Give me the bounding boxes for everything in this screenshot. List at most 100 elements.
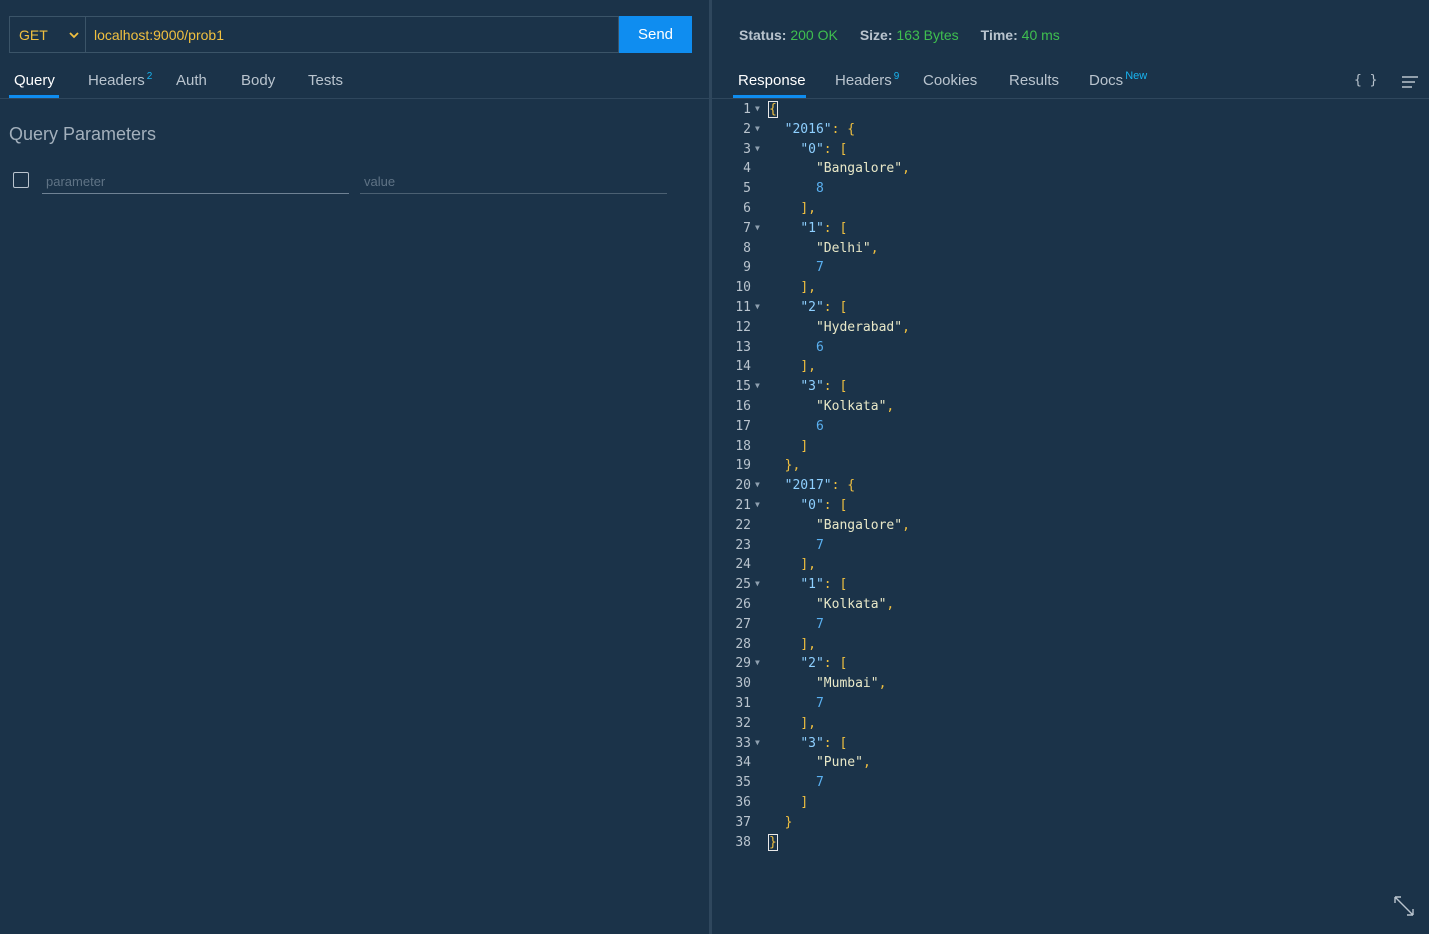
fold-arrow-icon[interactable]: ▼ bbox=[755, 381, 760, 390]
line-number: 17 bbox=[735, 418, 751, 434]
code-text: "3": [ bbox=[800, 379, 848, 395]
tab-headers[interactable]: Headers 2 bbox=[88, 71, 153, 89]
response-headers-count-badge: 9 bbox=[893, 71, 900, 82]
code-line: 18 ] bbox=[712, 437, 1429, 457]
code-line: 16 "Kolkata", bbox=[712, 397, 1429, 417]
method-select[interactable]: GET bbox=[9, 16, 86, 53]
response-status: Status: 200 OK Size: 163 Bytes Time: 40 … bbox=[739, 27, 1060, 43]
line-number: 34 bbox=[735, 755, 751, 771]
line-number: 12 bbox=[735, 319, 751, 335]
headers-count-badge: 2 bbox=[146, 71, 153, 82]
code-line: 36 ] bbox=[712, 793, 1429, 813]
code-text: "Hyderabad", bbox=[815, 319, 910, 335]
code-line: 4 "Bangalore", bbox=[712, 159, 1429, 179]
line-number: 5 bbox=[743, 181, 751, 197]
code-text: 7 bbox=[815, 537, 824, 553]
code-text: 8 bbox=[815, 181, 824, 197]
code-text: } bbox=[784, 814, 793, 830]
code-text: ] bbox=[800, 438, 809, 454]
fold-arrow-icon[interactable]: ▼ bbox=[755, 480, 760, 489]
line-number: 26 bbox=[735, 597, 751, 612]
code-line: 27 7 bbox=[712, 615, 1429, 635]
fold-arrow-icon[interactable]: ▼ bbox=[755, 124, 760, 133]
line-number: 11 bbox=[735, 300, 751, 315]
code-text: "1": [ bbox=[800, 220, 848, 236]
tab-label: Tests bbox=[308, 72, 344, 89]
fold-arrow-icon[interactable]: ▼ bbox=[755, 579, 760, 588]
param-enable-checkbox[interactable] bbox=[13, 172, 29, 188]
code-line: 3 ▼ "0": [ bbox=[712, 140, 1429, 160]
line-number: 9 bbox=[743, 260, 751, 276]
code-line: 25 ▼ "1": [ bbox=[712, 575, 1429, 595]
code-line: 32 ], bbox=[712, 714, 1429, 734]
tab-response-headers[interactable]: Headers 9 bbox=[835, 71, 900, 89]
fold-arrow-icon[interactable]: ▼ bbox=[755, 302, 760, 311]
code-text: }, bbox=[784, 458, 801, 474]
fold-arrow-icon[interactable]: ▼ bbox=[755, 223, 760, 232]
code-text: "2017": { bbox=[784, 478, 856, 494]
fold-arrow-icon[interactable]: ▼ bbox=[755, 500, 760, 509]
code-text: "Bangalore", bbox=[815, 517, 910, 533]
code-text: "Kolkata", bbox=[815, 399, 895, 414]
line-number: 33 bbox=[735, 735, 751, 751]
code-text: ], bbox=[800, 201, 816, 216]
size-label: Size: bbox=[859, 27, 893, 43]
line-number: 1 bbox=[743, 102, 751, 117]
code-text: "Bangalore", bbox=[815, 161, 910, 177]
tab-response[interactable]: Response bbox=[738, 72, 806, 89]
line-number: 22 bbox=[735, 517, 751, 533]
line-number: 27 bbox=[735, 616, 751, 632]
fold-arrow-icon[interactable]: ▼ bbox=[755, 144, 760, 153]
code-text: "0": [ bbox=[800, 498, 848, 513]
tab-results[interactable]: Results bbox=[1009, 72, 1059, 89]
code-line: 28 ], bbox=[712, 635, 1429, 655]
code-text: 7 bbox=[815, 775, 824, 791]
code-text: 6 bbox=[815, 339, 824, 355]
tab-docs[interactable]: Docs New bbox=[1089, 70, 1147, 89]
tab-label: Query bbox=[14, 72, 55, 89]
code-line: 13 6 bbox=[712, 338, 1429, 358]
url-input[interactable] bbox=[92, 25, 618, 44]
code-line: 6 ], bbox=[712, 199, 1429, 219]
line-number: 7 bbox=[743, 220, 751, 236]
tab-query[interactable]: Query bbox=[14, 72, 55, 89]
status-group: Status: 200 OK bbox=[739, 27, 838, 43]
response-tabs: Response Headers 9 Cookies Results Docs Ne… bbox=[712, 64, 1429, 99]
code-text: ], bbox=[800, 557, 816, 573]
time-label: Time: bbox=[980, 27, 1018, 43]
tab-tests[interactable]: Tests bbox=[308, 72, 343, 89]
code-line: 24 ], bbox=[712, 555, 1429, 575]
size-value: 163 Bytes bbox=[896, 27, 959, 43]
line-number: 31 bbox=[735, 696, 751, 711]
tab-body[interactable]: Body bbox=[241, 72, 275, 89]
tab-auth[interactable]: Auth bbox=[176, 72, 207, 89]
code-text: { bbox=[768, 101, 778, 118]
code-text: ], bbox=[800, 636, 816, 652]
menu-icon[interactable] bbox=[1402, 76, 1418, 88]
line-number: 2 bbox=[743, 121, 751, 137]
query-parameters-title: Query Parameters bbox=[9, 124, 157, 144]
code-text: "Delhi", bbox=[815, 240, 879, 256]
line-number: 35 bbox=[735, 775, 751, 791]
fold-arrow-icon[interactable]: ▼ bbox=[755, 658, 760, 667]
tab-label: Headers bbox=[835, 72, 892, 89]
braces-icon[interactable]: { } bbox=[1354, 73, 1377, 88]
time-group: Time: 40 ms bbox=[981, 27, 1060, 43]
fold-arrow-icon[interactable]: ▼ bbox=[755, 104, 760, 113]
response-panel: Status: 200 OK Size: 163 Bytes Time: 40 … bbox=[712, 0, 1429, 934]
url-field[interactable] bbox=[86, 16, 619, 53]
code-text: 7 bbox=[815, 696, 824, 711]
line-number: 6 bbox=[743, 201, 751, 216]
fold-arrow-icon[interactable]: ▼ bbox=[755, 738, 760, 747]
send-button[interactable]: Send bbox=[619, 16, 692, 53]
line-number: 37 bbox=[735, 814, 751, 830]
value-input[interactable] bbox=[360, 170, 667, 194]
code-text: 6 bbox=[815, 418, 824, 434]
code-text: "1": [ bbox=[800, 577, 848, 593]
expand-icon[interactable] bbox=[1393, 895, 1415, 917]
tab-cookies[interactable]: Cookies bbox=[923, 72, 977, 89]
code-text: 7 bbox=[815, 616, 824, 632]
line-number: 10 bbox=[735, 280, 751, 296]
size-group: Size: 163 Bytes bbox=[860, 27, 959, 43]
parameter-input[interactable] bbox=[42, 170, 349, 194]
